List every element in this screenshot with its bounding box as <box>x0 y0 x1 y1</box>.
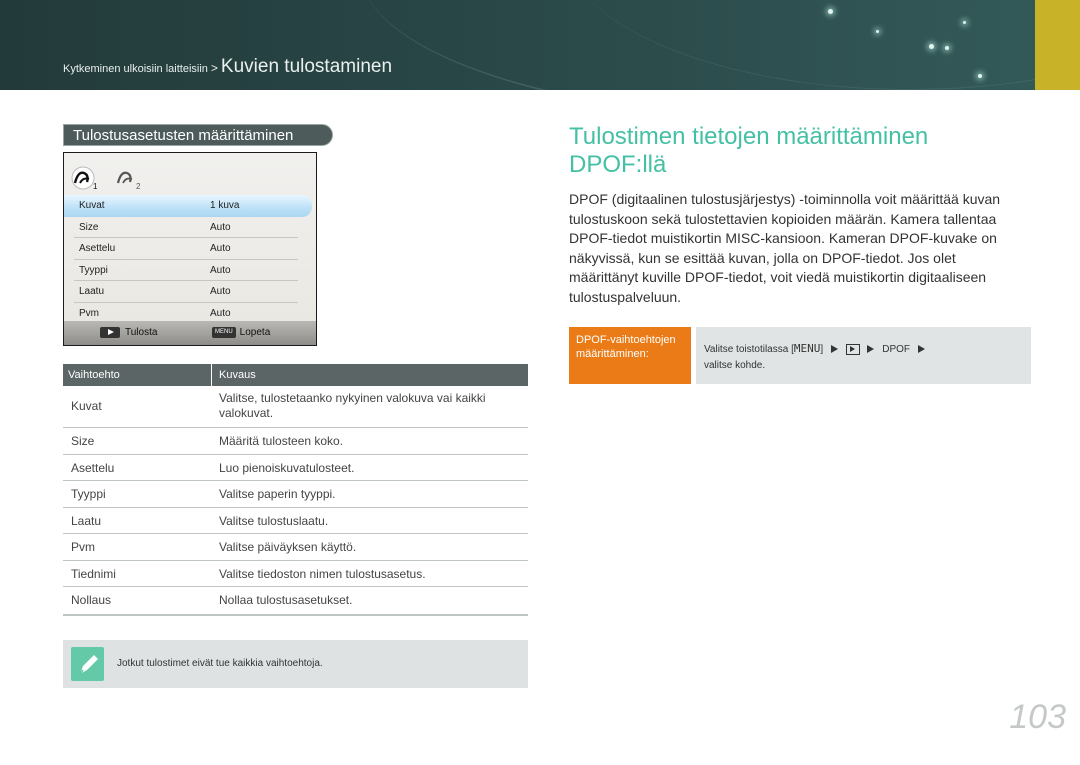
camera-row-value: Auto <box>210 286 231 297</box>
camera-row-value: Auto <box>210 221 231 233</box>
table-header: Vaihtoehto Kuvaus <box>63 364 528 386</box>
description-cell: Valitse paperin tyyppi. <box>219 487 336 501</box>
table-row: Nollaus Nollaa tulostusasetukset. <box>63 587 528 614</box>
column-header-option: Vaihtoehto <box>68 369 120 381</box>
option-cell: Tyyppi <box>71 487 106 501</box>
page-title: Tulostimen tietojen määrittäminen DPOF:l… <box>569 123 928 179</box>
print-settings-2-icon: 2 <box>117 171 141 191</box>
camera-row[interactable]: Size Auto <box>64 217 316 238</box>
playback-menu-icon <box>845 343 860 355</box>
menu-key-label: MENU <box>793 342 821 355</box>
dpof-step-mid: ] <box>820 344 824 355</box>
exit-action[interactable]: MENU Lopeta <box>212 327 270 338</box>
camera-row[interactable]: Laatu Auto <box>64 281 316 303</box>
breadcrumb-separator: > <box>210 61 218 75</box>
camera-footer-bar: Tulosta MENU Lopeta <box>64 321 316 345</box>
svg-text:2: 2 <box>136 182 141 191</box>
breadcrumb: Kytkeminen ulkoisiin laitteisiin > Kuvien … <box>63 56 392 78</box>
camera-tab-bar: 1 2 <box>70 165 154 191</box>
sparkle-dot <box>978 74 982 78</box>
camera-print-settings-screen: 1 2 Kuvat 1 kuva Size Auto Asettelu Auto… <box>63 152 317 346</box>
section-title-pill: Tulostusasetusten määrittäminen <box>63 124 333 146</box>
description-cell: Määritä tulosteen koko. <box>219 434 344 448</box>
table-row: Asettelu Luo pienoiskuvatulosteet. <box>63 455 528 481</box>
camera-row-value: Auto <box>210 264 231 276</box>
menu-key-icon: MENU <box>212 327 236 338</box>
camera-row-value: 1 kuva <box>210 200 240 211</box>
page-header: Kytkeminen ulkoisiin laitteisiin > Kuvien … <box>0 0 1080 90</box>
description-cell: Valitse päiväyksen käyttö. <box>219 540 357 554</box>
option-cell: Nollaus <box>71 593 112 607</box>
sparkle-dot <box>929 44 934 49</box>
arrow-right-icon <box>830 345 838 354</box>
breadcrumb-parent[interactable]: Kytkeminen ulkoisiin laitteisiin <box>63 63 208 75</box>
print-action[interactable]: Tulosta <box>100 327 157 338</box>
page-title-line-2: DPOF:llä <box>569 151 667 178</box>
sparkle-dot <box>828 9 833 14</box>
camera-row-key: Tyyppi <box>79 264 108 276</box>
dpof-step-instructions: Valitse toistotilassa [MENU] DPOF valits… <box>696 327 1031 384</box>
description-cell: Valitse tiedoston nimen tulostusasetus. <box>219 566 426 581</box>
header-accent-bar <box>1035 0 1080 90</box>
description-cell: Valitse tulostuslaatu. <box>219 513 329 528</box>
arrow-right-icon <box>917 345 925 354</box>
table-row: Laatu Valitse tulostuslaatu. <box>63 508 528 534</box>
camera-row[interactable]: Tyyppi Auto <box>64 260 316 281</box>
arrow-right-icon <box>867 345 875 354</box>
camera-settings-list: Kuvat 1 kuva Size Auto Asettelu Auto Tyy… <box>64 195 316 324</box>
camera-row-value: Auto <box>210 243 231 254</box>
camera-row[interactable]: Asettelu Auto <box>64 238 316 260</box>
sparkle-dot <box>945 46 949 50</box>
camera-row-key: Asettelu <box>79 243 116 254</box>
option-cell: Size <box>71 434 95 448</box>
camera-row-key: Size <box>79 221 99 233</box>
dpof-option-label: DPOF <box>882 344 911 355</box>
svg-text:1: 1 <box>93 182 98 191</box>
camera-row-value: Auto <box>210 307 231 319</box>
print-settings-1-icon: 1 <box>71 166 98 191</box>
option-cell: Pvm <box>71 540 95 554</box>
note-pen-icon <box>71 647 104 681</box>
dpof-step-prefix: Valitse toistotilassa [ <box>704 344 794 355</box>
note-box: Jotkut tulostimet eivät tue kaikkia vaih… <box>63 640 528 688</box>
table-row: Tyyppi Valitse paperin tyyppi. <box>63 481 528 508</box>
camera-row-selected[interactable]: Kuvat 1 kuva <box>64 195 312 217</box>
camera-row-key: Kuvat <box>79 200 105 211</box>
body-paragraph: DPOF (digitaalinen tulostusjärjestys) -t… <box>569 191 1001 305</box>
options-table: Vaihtoehto Kuvaus Kuvat Valitse, tuloste… <box>63 364 528 616</box>
description-cell: Valitse, tulostetaanko nykyinen valokuva… <box>219 391 486 420</box>
play-button-icon <box>100 327 120 338</box>
column-divider <box>211 364 212 386</box>
description-cell: Nollaa tulostusasetukset. <box>219 593 353 607</box>
table-row: Kuvat Valitse, tulostetaanko nykyinen va… <box>63 386 528 428</box>
page-title-line-1: Tulostimen tietojen määrittäminen <box>569 123 929 150</box>
description-cell: Luo pienoiskuvatulosteet. <box>219 460 355 475</box>
table-row: Tiednimi Valitse tiedoston nimen tulostu… <box>63 561 528 587</box>
column-header-description: Kuvaus <box>219 369 256 381</box>
option-cell: Kuvat <box>71 399 102 413</box>
table-row: Size Määritä tulosteen koko. <box>63 428 528 455</box>
dpof-step-suffix: valitse kohde. <box>704 360 766 371</box>
print-action-label: Tulosta <box>125 327 158 339</box>
camera-row-key: Pvm <box>79 307 99 319</box>
option-cell: Laatu <box>71 513 102 528</box>
sparkle-dot <box>963 21 966 24</box>
dpof-step-label: DPOF-vaihtoehtojen määrittäminen: <box>569 327 691 384</box>
table-bottom-rule <box>63 613 528 616</box>
exit-action-label: Lopeta <box>239 327 271 339</box>
option-cell: Tiednimi <box>71 566 116 581</box>
camera-row-key: Laatu <box>79 286 105 297</box>
breadcrumb-current: Kuvien tulostaminen <box>220 56 393 77</box>
table-row: Pvm Valitse päiväyksen käyttö. <box>63 534 528 561</box>
page-number: 103 <box>1009 698 1066 736</box>
sparkle-dot <box>876 30 879 33</box>
note-text: Jotkut tulostimet eivät tue kaikkia vaih… <box>117 658 323 669</box>
option-cell: Asettelu <box>71 460 115 475</box>
